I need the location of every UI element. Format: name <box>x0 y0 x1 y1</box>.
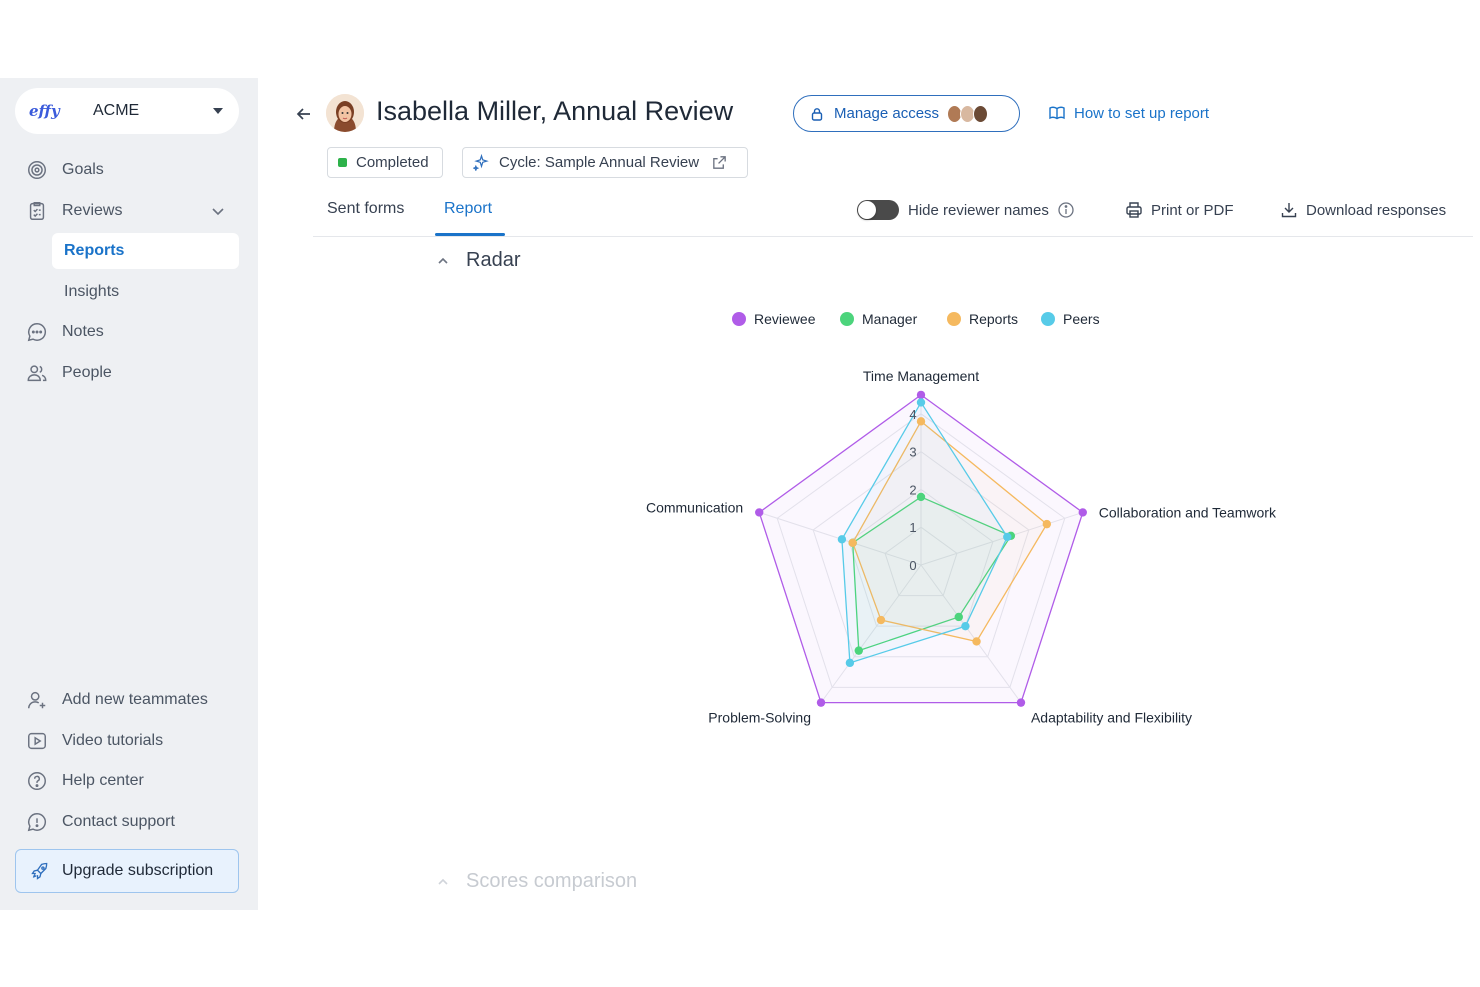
data-point-reviewee <box>916 390 926 400</box>
tick-label: 2 <box>909 482 916 497</box>
data-point-reports <box>916 417 926 426</box>
legend-marker <box>840 312 854 326</box>
scores-section-header[interactable]: Scores comparison <box>436 870 637 893</box>
chevron-up-icon <box>438 878 448 885</box>
tick-label: 3 <box>909 445 916 460</box>
category-label: Communication <box>646 499 743 515</box>
data-point-reports <box>848 538 857 548</box>
legend-label: Manager <box>862 311 918 327</box>
data-point-reviewee <box>1078 508 1087 517</box>
legend-label: Peers <box>1063 311 1100 327</box>
data-point-reviewee <box>755 508 764 517</box>
data-point-peers <box>961 621 970 631</box>
legend-marker <box>732 312 746 326</box>
data-point-reports <box>876 615 886 625</box>
data-point-reports <box>1042 519 1052 529</box>
category-label: Adaptability and Flexibility <box>1031 710 1192 726</box>
data-point-manager <box>954 612 963 622</box>
category-label: Collaboration and Teamwork <box>1099 504 1277 520</box>
legend-marker <box>1041 312 1055 326</box>
category-label: Problem-Solving <box>708 710 811 726</box>
legend-label: Reports <box>969 311 1018 327</box>
data-point-reviewee <box>1016 698 1026 707</box>
data-point-reviewee <box>816 698 826 707</box>
tick-label: 1 <box>909 520 916 535</box>
category-label: Time Management <box>863 368 979 384</box>
radar-chart: 0 1 2 3 4 Time Management Collaboration and Te… <box>646 311 1277 726</box>
data-point-peers <box>837 535 847 544</box>
data-point-reports <box>972 637 981 646</box>
data-point-manager <box>916 492 926 502</box>
scores-section-title: Scores comparison <box>466 870 638 892</box>
legend-marker <box>947 312 961 326</box>
data-point-peers <box>845 658 855 668</box>
tick-label: 0 <box>909 558 916 573</box>
data-point-manager <box>854 646 863 655</box>
legend-label: Reviewee <box>754 311 816 327</box>
tick-label: 4 <box>909 407 916 422</box>
data-point-peers <box>916 398 926 407</box>
data-point-peers <box>1003 532 1012 542</box>
